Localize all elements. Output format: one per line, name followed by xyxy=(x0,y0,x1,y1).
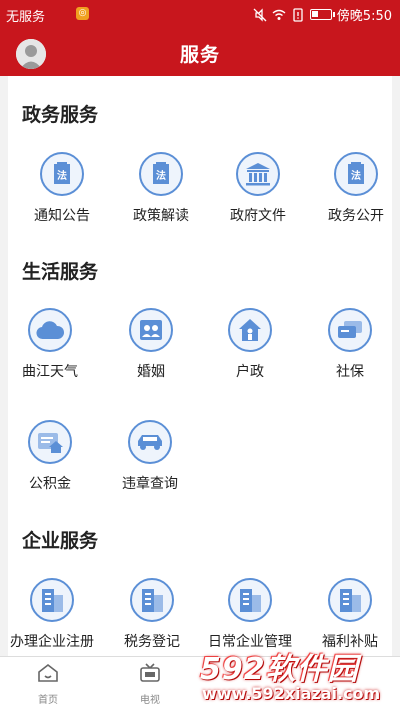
service-item-welfare-subsidy[interactable]: 福利补贴 xyxy=(300,578,392,651)
mute-icon xyxy=(253,7,267,22)
office-building-icon xyxy=(328,578,372,622)
tv-icon xyxy=(120,663,180,685)
sim-alert-icon xyxy=(293,7,303,22)
service-item-company-registration[interactable]: 办理企业注册 xyxy=(8,578,102,651)
service-label: 社保 xyxy=(336,364,364,380)
service-label: 公积金 xyxy=(29,476,71,492)
page-title: 服务 xyxy=(179,44,220,66)
social-security-card-icon xyxy=(328,308,372,352)
section-title-life: 生活服务 xyxy=(22,261,99,283)
app-header: 服务 xyxy=(0,28,400,76)
service-label: 婚姻 xyxy=(137,364,165,380)
office-building-icon xyxy=(130,578,174,622)
watermark: 592软件园 www.592xiazai.com xyxy=(200,644,396,708)
service-item-gov-documents[interactable]: 政府文件 xyxy=(208,152,308,225)
service-item-social-security[interactable]: 社保 xyxy=(300,308,392,381)
household-icon xyxy=(228,308,272,352)
service-item-marriage[interactable]: 婚姻 xyxy=(101,308,201,381)
law-book-icon: 法 xyxy=(40,152,84,196)
service-label: 政策解读 xyxy=(133,208,189,224)
nav-tv[interactable]: 电视 xyxy=(120,663,180,706)
service-label: 通知公告 xyxy=(34,208,90,224)
car-icon xyxy=(128,420,172,464)
status-time: 傍晚5:50 xyxy=(336,9,392,24)
watermark-logo: 592软件园 xyxy=(200,652,359,687)
section-title-government: 政务服务 xyxy=(22,104,99,126)
notification-icon: ◎ xyxy=(76,7,89,20)
service-item-gov-affairs[interactable]: 法 政务公开 xyxy=(306,152,392,225)
section-title-enterprise: 企业服务 xyxy=(22,530,99,552)
svg-text:法: 法 xyxy=(57,169,67,182)
service-list: 政务服务 法 通知公告 法 政策解读 政府文件 法 政务公开 生活服务 曲江天气 xyxy=(8,76,392,656)
carrier-text: 无服务 xyxy=(6,10,46,25)
government-building-icon xyxy=(236,152,280,196)
service-label: 政府文件 xyxy=(230,208,286,224)
service-item-traffic-violations[interactable]: 违章查询 xyxy=(100,420,200,493)
service-item-housing-fund[interactable]: 公积金 xyxy=(8,420,100,493)
service-item-household[interactable]: 户政 xyxy=(200,308,300,381)
cloud-icon xyxy=(28,308,72,352)
wifi-icon xyxy=(272,9,286,20)
service-label: 曲江天气 xyxy=(22,364,78,380)
office-building-icon xyxy=(228,578,272,622)
home-icon xyxy=(18,663,78,685)
status-icons: 傍晚5:50 xyxy=(253,5,392,24)
service-item-enterprise-management[interactable]: 日常企业管理 xyxy=(200,578,300,651)
nav-home[interactable]: 首页 xyxy=(18,663,78,706)
svg-text:法: 法 xyxy=(351,169,361,182)
law-book-icon: 法 xyxy=(334,152,378,196)
service-label: 办理企业注册 xyxy=(10,634,94,650)
battery-icon xyxy=(309,9,335,20)
housing-fund-icon xyxy=(28,420,72,464)
nav-label: 首页 xyxy=(38,695,58,706)
nav-label: 电视 xyxy=(140,695,160,706)
service-label: 政务公开 xyxy=(328,208,384,224)
service-item-weather[interactable]: 曲江天气 xyxy=(8,308,100,381)
svg-text:法: 法 xyxy=(156,169,166,182)
service-label: 户政 xyxy=(236,364,264,380)
service-label: 违章查询 xyxy=(122,476,178,492)
watermark-url: www.592xiazai.com xyxy=(202,684,381,703)
service-item-tax-registration[interactable]: 税务登记 xyxy=(102,578,202,651)
service-item-policy[interactable]: 法 政策解读 xyxy=(111,152,211,225)
office-building-icon xyxy=(30,578,74,622)
service-item-notices[interactable]: 法 通知公告 xyxy=(12,152,112,225)
law-book-icon: 法 xyxy=(139,152,183,196)
status-bar: 无服务 ◎ 傍晚5:50 xyxy=(0,0,400,28)
service-label: 税务登记 xyxy=(124,634,180,650)
couple-photo-icon xyxy=(129,308,173,352)
